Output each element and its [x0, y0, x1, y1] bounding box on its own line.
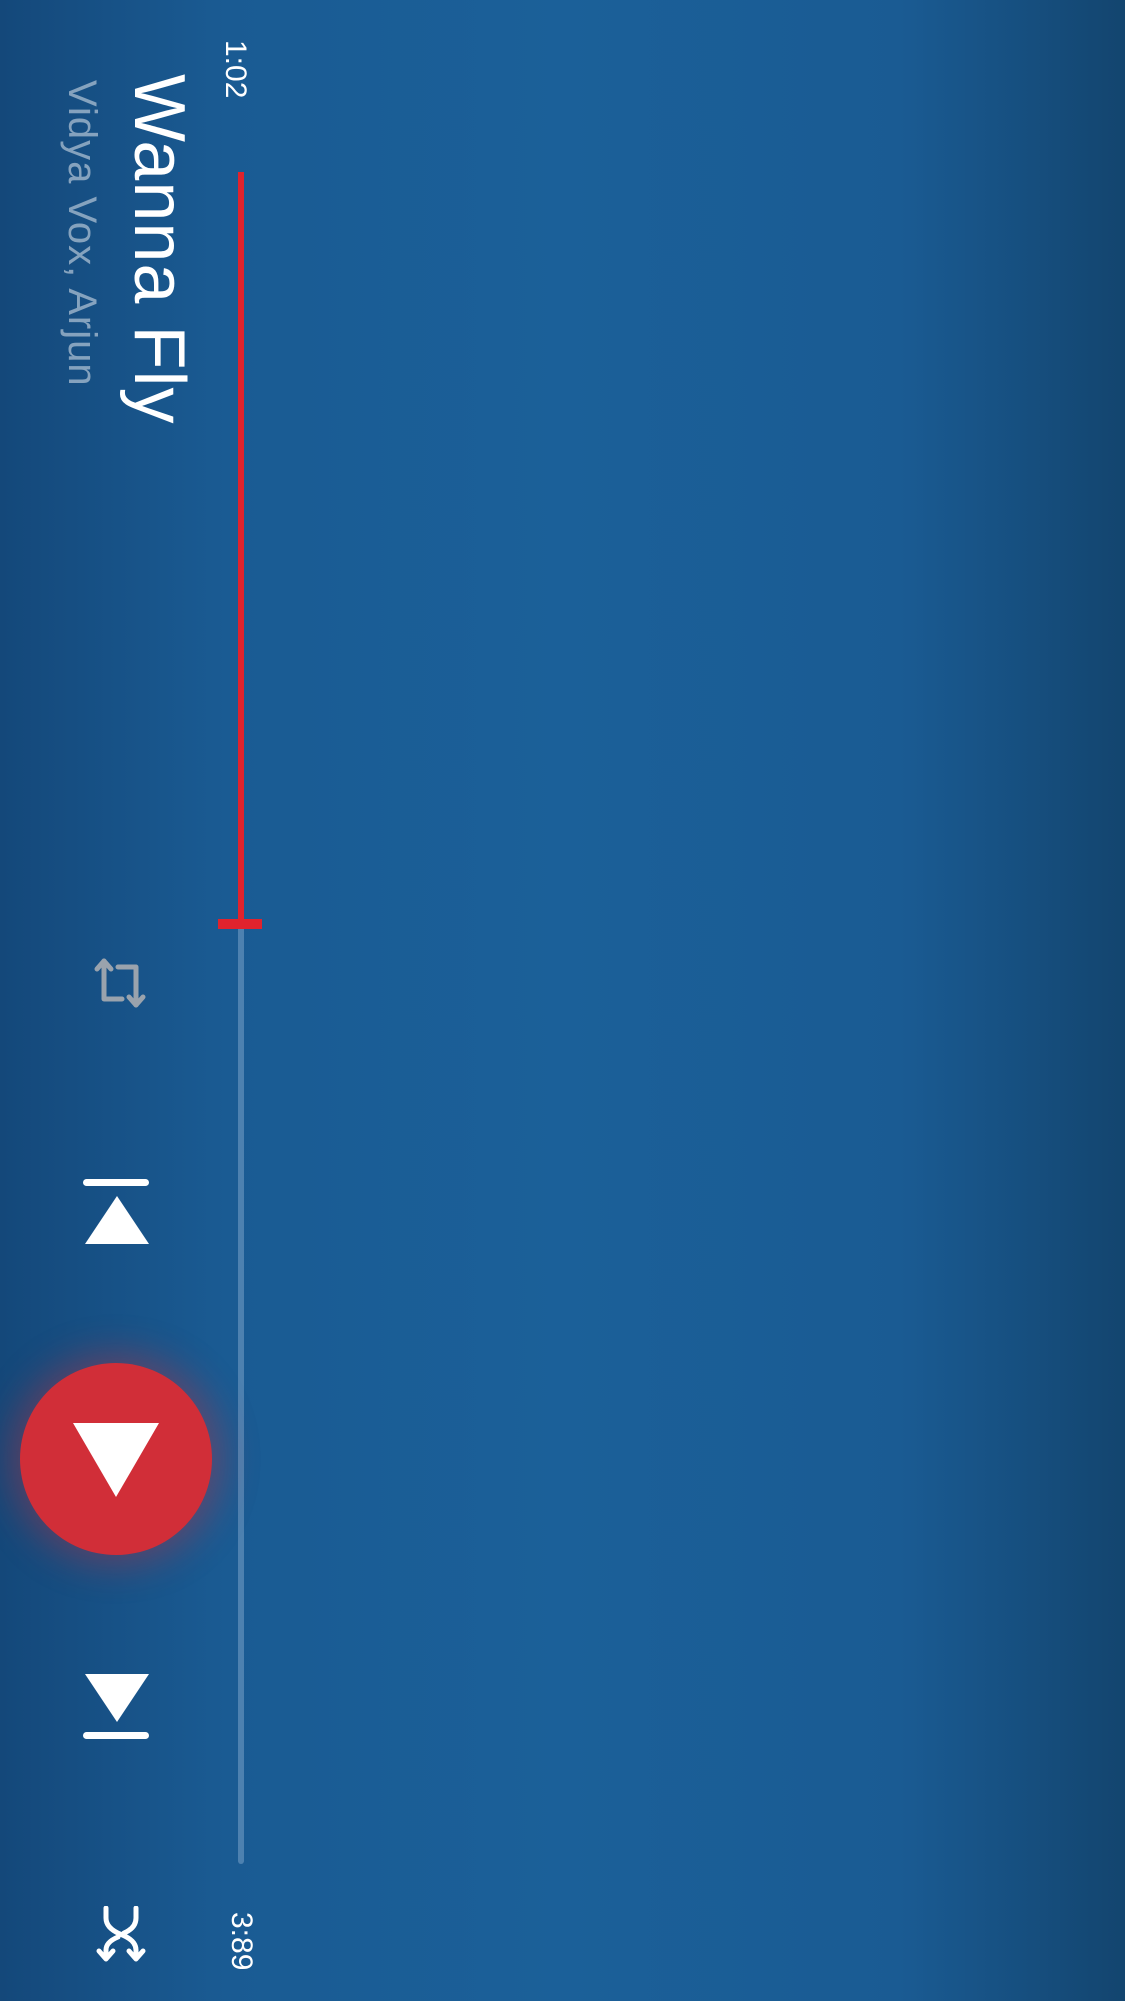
repeat-icon — [94, 958, 146, 1008]
song-artist: Vidya Vox, Arjun — [60, 80, 104, 387]
total-duration: 3:89 — [225, 1912, 258, 1971]
previous-button[interactable] — [82, 1178, 152, 1246]
shuffle-button[interactable] — [96, 1905, 148, 1962]
skip-next-icon — [83, 1674, 149, 1739]
elapsed-time: 1:02 — [219, 40, 252, 99]
repeat-button[interactable] — [92, 955, 148, 1011]
progress-bar[interactable] — [218, 172, 262, 1864]
progress-thumb[interactable] — [218, 919, 262, 930]
next-button[interactable] — [82, 1672, 152, 1740]
shuffle-icon — [96, 1905, 146, 1962]
play-icon — [73, 1423, 159, 1497]
progress-fill — [238, 172, 244, 925]
skip-previous-icon — [83, 1179, 149, 1244]
song-title: Wanna Fly — [119, 74, 199, 425]
play-button[interactable] — [20, 1363, 212, 1555]
